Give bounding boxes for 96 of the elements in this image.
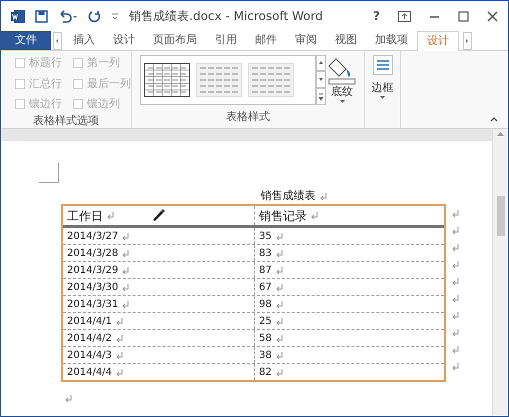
table-cell-text: 2014/3/31 bbox=[67, 298, 118, 312]
paragraph-mark-icon bbox=[276, 352, 283, 358]
pen-cursor-icon bbox=[151, 208, 165, 222]
checkbox-label: 标题行 bbox=[29, 55, 62, 71]
paragraph-mark-icon bbox=[452, 312, 459, 319]
ribbon-tab[interactable]: 设计 bbox=[417, 31, 459, 51]
scroll-up-icon[interactable] bbox=[316, 55, 326, 71]
paragraph-mark-icon bbox=[116, 334, 123, 342]
table-cell-text: 58 bbox=[259, 332, 272, 346]
table-cell-text: 2014/3/27 bbox=[67, 230, 118, 244]
collapse-ribbon-icon[interactable] bbox=[490, 117, 498, 122]
paragraph-mark-icon bbox=[452, 278, 459, 285]
table-cell-text: 2014/4/2 bbox=[67, 332, 112, 346]
table-cell-text: 2014/4/4 bbox=[67, 366, 112, 380]
ribbon-tab[interactable]: 审阅 bbox=[286, 31, 326, 50]
paragraph-mark-icon bbox=[276, 250, 283, 256]
scroll-down-icon[interactable] bbox=[316, 71, 326, 88]
borders-icon bbox=[372, 55, 392, 75]
paragraph-mark-icon bbox=[276, 368, 283, 376]
table-cell-text: 35 bbox=[259, 230, 272, 244]
save-icon[interactable] bbox=[35, 10, 48, 22]
more-icon[interactable] bbox=[316, 88, 326, 105]
customize-icon[interactable] bbox=[111, 11, 119, 21]
vertical-scrollbar[interactable] bbox=[492, 129, 508, 416]
checkbox-label: 最后一列 bbox=[87, 76, 131, 92]
table-cell-text: 25 bbox=[259, 314, 272, 328]
ribbon-tab[interactable]: 加载项 bbox=[366, 31, 417, 50]
table-cell-text: 98 bbox=[259, 298, 272, 312]
window-title: 销售成绩表.docx - Microsoft Word bbox=[129, 8, 324, 25]
ribbon-tab[interactable]: 插入 bbox=[64, 31, 104, 50]
close-icon[interactable] bbox=[487, 10, 498, 22]
margin-corner-icon bbox=[39, 163, 59, 183]
style-gallery[interactable] bbox=[140, 55, 316, 105]
paragraph-mark-icon bbox=[276, 284, 283, 290]
checkbox-label: 第一列 bbox=[87, 55, 120, 71]
group-label: 表格样式 bbox=[225, 108, 271, 124]
help-button[interactable]: ? bbox=[373, 7, 380, 25]
document-title: 销售成绩表 bbox=[260, 188, 316, 204]
paragraph-mark-icon bbox=[276, 300, 283, 308]
paragraph-mark-icon bbox=[276, 334, 283, 342]
dropdown-arrow-icon bbox=[340, 100, 344, 104]
checkbox-label: 镶边行 bbox=[29, 96, 62, 112]
shading-button[interactable]: 底纹 bbox=[328, 55, 356, 104]
scroll-thumb[interactable] bbox=[496, 196, 504, 236]
paragraph-mark-icon bbox=[452, 210, 459, 217]
table-cell-text: 38 bbox=[259, 348, 272, 362]
paragraph-mark-icon bbox=[311, 212, 318, 219]
redo-icon[interactable] bbox=[88, 10, 101, 22]
paragraph-mark-icon bbox=[122, 232, 130, 240]
paragraph-mark-icon bbox=[65, 395, 72, 402]
file-tab[interactable]: 文件 bbox=[1, 31, 51, 50]
word-icon[interactable] bbox=[11, 10, 25, 22]
paragraph-mark-icon bbox=[107, 212, 114, 219]
paragraph-mark-icon bbox=[276, 266, 283, 274]
ribbon-tab[interactable]: 页面布局 bbox=[144, 31, 206, 50]
paragraph-mark-icon bbox=[276, 232, 283, 240]
paragraph-mark-icon bbox=[452, 329, 459, 336]
undo-icon[interactable] bbox=[58, 10, 78, 22]
column-header: 销售记录 bbox=[259, 208, 307, 224]
table-cell-text: 2014/3/29 bbox=[67, 264, 118, 278]
ribbon-tab[interactable]: 邮件 bbox=[246, 31, 286, 50]
paragraph-mark-icon bbox=[452, 363, 459, 370]
paragraph-mark-icon bbox=[452, 227, 459, 234]
borders-button[interactable]: 边框 bbox=[372, 55, 394, 100]
ribbon-display-icon[interactable] bbox=[398, 10, 411, 22]
paragraph-mark-icon bbox=[122, 300, 130, 308]
paragraph-mark-icon bbox=[452, 346, 459, 353]
group-label: 表格样式选项 bbox=[32, 112, 100, 128]
dropdown-arrow-icon bbox=[380, 96, 385, 100]
paragraph-mark-icon bbox=[122, 266, 130, 274]
ribbon-tab[interactable]: 引用 bbox=[206, 31, 246, 50]
table-cell-text: 82 bbox=[259, 366, 272, 380]
ribbon-tab[interactable]: 视图 bbox=[326, 31, 366, 50]
paragraph-mark-icon bbox=[116, 318, 123, 324]
paragraph-mark-icon bbox=[276, 318, 283, 324]
table-style-thumbnail[interactable] bbox=[144, 63, 190, 97]
paragraph-mark-icon bbox=[122, 250, 130, 256]
paragraph-mark-icon bbox=[452, 295, 459, 302]
table-cell-text: 67 bbox=[259, 280, 272, 294]
paragraph-mark-icon bbox=[452, 261, 459, 268]
table-cell-text: 83 bbox=[259, 246, 272, 260]
table-cell-text: 2014/4/1 bbox=[67, 314, 112, 328]
column-header: 工作日 bbox=[67, 208, 103, 224]
ribbon-tab[interactable]: 设计 bbox=[104, 31, 144, 50]
checkbox-label: 汇总行 bbox=[29, 76, 62, 92]
table-cell-text: 2014/3/30 bbox=[67, 280, 118, 294]
paragraph-mark-icon bbox=[116, 352, 123, 358]
table-cell-text: 2014/4/3 bbox=[67, 348, 112, 362]
table-cell-text: 2014/3/28 bbox=[67, 246, 118, 260]
maximize-icon[interactable] bbox=[458, 10, 469, 22]
paragraph-mark-icon bbox=[320, 192, 326, 200]
paragraph-mark-icon bbox=[452, 244, 459, 251]
paragraph-mark-icon bbox=[122, 284, 130, 290]
paragraph-mark-icon bbox=[116, 368, 123, 376]
checkbox-label: 镶边列 bbox=[87, 96, 120, 112]
table-cell-text: 87 bbox=[259, 264, 272, 278]
